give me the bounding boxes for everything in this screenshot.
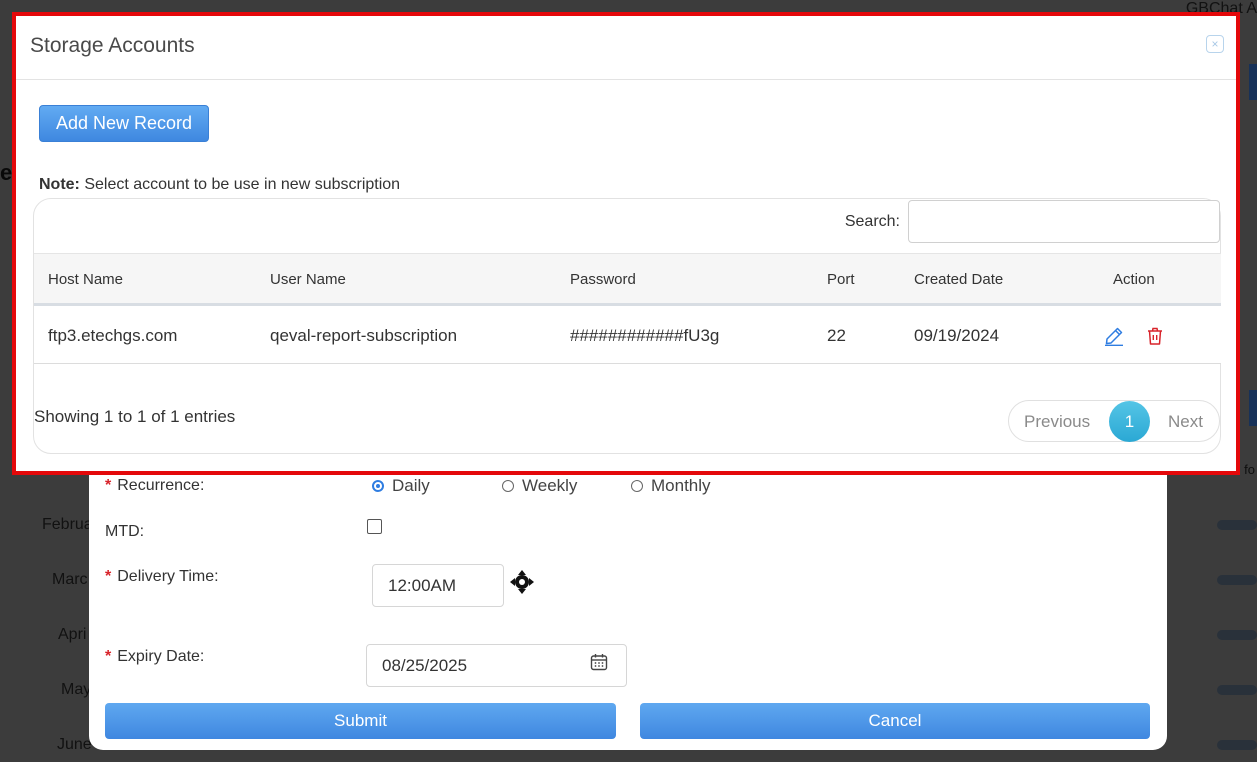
expiry-date-input[interactable]: 08/25/2025 (366, 644, 627, 687)
trash-icon[interactable] (1145, 326, 1165, 346)
cell-password: ############fU3g (570, 326, 720, 345)
calendar-icon[interactable] (590, 653, 608, 671)
delivery-time-label: * Delivery Time: (105, 568, 219, 585)
radio-label: Monthly (651, 476, 711, 495)
search-input[interactable] (908, 200, 1220, 243)
radio-label: Weekly (522, 476, 578, 495)
radio-button[interactable] (631, 480, 643, 492)
cell-user-name: qeval-report-subscription (270, 326, 458, 345)
column-header-user-name[interactable]: User Name (270, 271, 346, 288)
mtd-checkbox[interactable] (367, 519, 382, 534)
pagination-next[interactable]: Next (1168, 412, 1203, 432)
expiry-date-value: 08/25/2025 (382, 655, 468, 675)
expiry-date-label: * Expiry Date: (105, 648, 205, 665)
pencil-icon[interactable] (1104, 326, 1124, 346)
cell-host-name: ftp3.etechgs.com (48, 326, 178, 345)
storage-table-card: Search: Host Name User Name Password Por… (33, 198, 1221, 454)
modal-title: Storage Accounts (30, 34, 195, 57)
cell-port: 22 (827, 326, 846, 345)
table-row[interactable]: ftp3.etechgs.com qeval-report-subscripti… (34, 306, 1221, 364)
table-header: Host Name User Name Password Port Create… (34, 253, 1221, 306)
column-header-action: Action (1113, 271, 1155, 288)
radio-button[interactable] (502, 480, 514, 492)
search-label: Search: (844, 213, 900, 230)
note-text: Note: Select account to be use in new su… (39, 176, 401, 193)
recurrence-label: * Recurrence: (105, 477, 205, 494)
mtd-label: MTD: (105, 523, 145, 540)
column-header-password[interactable]: Password (570, 271, 636, 288)
delivery-time-input[interactable]: 12:00AM (372, 564, 504, 607)
radio-label: Daily (392, 476, 430, 495)
modal-header: Storage Accounts × (12, 12, 1240, 80)
add-new-record-button[interactable]: Add New Record (39, 105, 209, 142)
column-header-created-date[interactable]: Created Date (914, 271, 1003, 288)
cell-created-date: 09/19/2024 (914, 326, 1000, 345)
move-icon[interactable] (509, 569, 535, 595)
recurrence-option-monthly[interactable]: Monthly (631, 476, 711, 496)
table-info: Showing 1 to 1 of 1 entries (34, 407, 236, 426)
pagination-page-1[interactable]: 1 (1109, 401, 1150, 442)
storage-accounts-modal: Storage Accounts × Add New Record Note: … (12, 12, 1240, 475)
radio-button[interactable] (372, 480, 384, 492)
cancel-button[interactable]: Cancel (640, 703, 1150, 739)
close-icon[interactable]: × (1206, 35, 1224, 53)
subscription-modal: * Recurrence: Daily Weekly Monthly MTD: *… (89, 430, 1167, 750)
submit-button[interactable]: Submit (105, 703, 616, 739)
column-header-host-name[interactable]: Host Name (48, 271, 123, 288)
recurrence-option-weekly[interactable]: Weekly (502, 476, 577, 496)
pagination-previous[interactable]: Previous (1024, 412, 1090, 432)
column-header-port[interactable]: Port (827, 271, 855, 288)
recurrence-option-daily[interactable]: Daily (372, 476, 430, 496)
pagination: Previous 1 Next (1008, 400, 1220, 442)
